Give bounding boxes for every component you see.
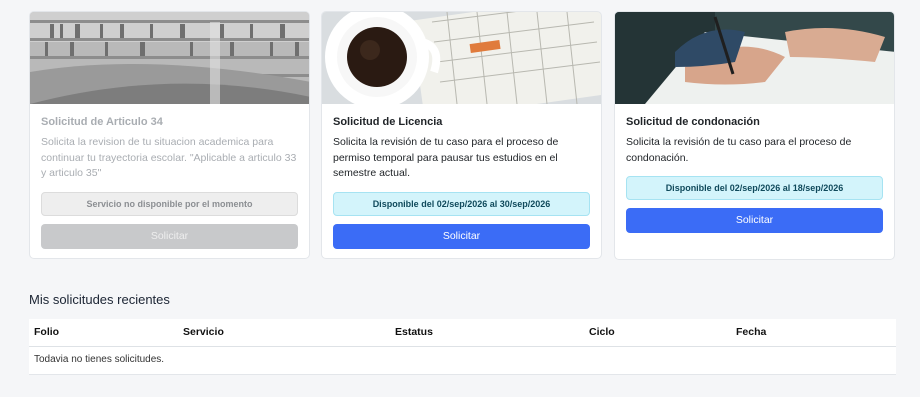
column-header-estatus: Estatus xyxy=(395,326,433,338)
card-description: Solicita la revisión de tu caso para el … xyxy=(333,136,559,179)
status-badge: Servicio no disponible por el momento xyxy=(41,192,298,216)
card-description: Solicita la revisión de tu caso para el … xyxy=(626,136,852,164)
solicitar-condonacion-button[interactable]: Solicitar xyxy=(626,208,883,233)
empty-table-message: Todavia no tienes solicitudes. xyxy=(34,354,165,365)
card-description: Solicita la revision de tu situacion aca… xyxy=(41,136,297,179)
solicitar-licencia-button[interactable]: Solicitar xyxy=(333,224,590,249)
status-badge: Disponible del 02/sep/2026 al 30/sep/202… xyxy=(333,192,590,216)
column-header-fecha: Fecha xyxy=(736,326,767,338)
coffee-and-calendar-photo xyxy=(322,12,601,104)
card-title: Solicitud de Licencia xyxy=(333,116,443,128)
hand-signing-document-photo xyxy=(615,12,894,104)
card-condonacion: Solicitud de condonación Solicita la rev… xyxy=(614,11,895,260)
library-bookshelves-photo xyxy=(30,12,309,104)
column-header-folio: Folio xyxy=(34,326,60,338)
service-cards: Solicitud de Articulo 34 Solicita la rev… xyxy=(29,11,896,260)
card-title: Solicitud de Articulo 34 xyxy=(41,116,163,128)
section-title: Mis solicitudes recientes xyxy=(29,292,170,307)
card-licencia: Solicitud de Licencia Solicita la revisi… xyxy=(321,11,602,259)
table-header: Folio Servicio Estatus Ciclo Fecha xyxy=(29,319,896,347)
column-header-ciclo: Ciclo xyxy=(589,326,615,338)
card-articulo-34: Solicitud de Articulo 34 Solicita la rev… xyxy=(29,11,310,259)
card-title: Solicitud de condonación xyxy=(626,116,760,128)
status-badge: Disponible del 02/sep/2026 al 18/sep/202… xyxy=(626,176,883,200)
solicitar-button-disabled: Solicitar xyxy=(41,224,298,249)
column-header-servicio: Servicio xyxy=(183,326,224,338)
recent-requests-table: Folio Servicio Estatus Ciclo Fecha Todav… xyxy=(29,319,896,375)
